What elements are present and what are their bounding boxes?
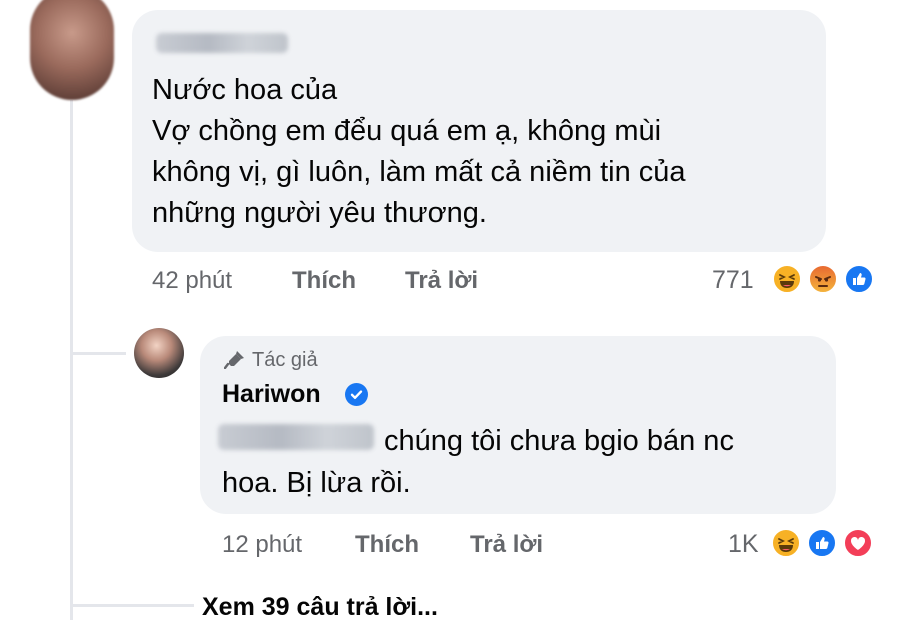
like-icon[interactable] [844,264,874,294]
haha-icon[interactable] [771,528,801,558]
haha-icon[interactable] [772,264,802,294]
reaction-count[interactable]: 1K [728,530,759,559]
microphone-icon [223,351,244,370]
angry-icon[interactable] [808,264,838,294]
reply-time[interactable]: 12 phút [222,531,302,559]
comment-author-name-blurred[interactable] [156,33,288,53]
author-badge-label: Tác giả [252,349,318,371]
reply-text-line: hoa. Bị lừa rồi. [222,467,411,499]
verified-badge-icon [345,383,368,406]
comment-text-line: Nước hoa của [152,74,338,106]
reply-author-name[interactable]: Hariwon [222,380,321,409]
comment-text-line: những người yêu thương. [152,197,487,229]
comment-text-line: không vị, gì luôn, làm mất cả niềm tin c… [152,156,686,188]
comment-text-line: Vợ chồng em đểu quá em ạ, không mùi [152,115,662,147]
thread-line-vertical [70,100,73,620]
thread-connector-view-more [70,604,194,607]
mentioned-user-tag-blurred[interactable] [218,424,374,450]
reply-button[interactable]: Trả lời [470,531,543,559]
avatar[interactable] [134,328,184,378]
comment-text: Nước hoa của Vợ chồng em đểu quá em ạ, k… [152,70,792,234]
love-icon[interactable] [843,528,873,558]
reaction-count[interactable]: 771 [712,266,754,295]
like-button[interactable]: Thích [292,267,356,295]
avatar[interactable] [30,0,114,100]
reply-text-line: chúng tôi chưa bgio bán nc [384,425,734,457]
reply-button[interactable]: Trả lời [405,267,478,295]
view-more-replies-link[interactable]: Xem 39 câu trả lời... [202,593,438,622]
thread-connector-reply [70,352,126,355]
like-button[interactable]: Thích [355,531,419,559]
like-icon[interactable] [807,528,837,558]
comment-time[interactable]: 42 phút [152,267,232,295]
author-badge: Tác giả [223,349,318,372]
